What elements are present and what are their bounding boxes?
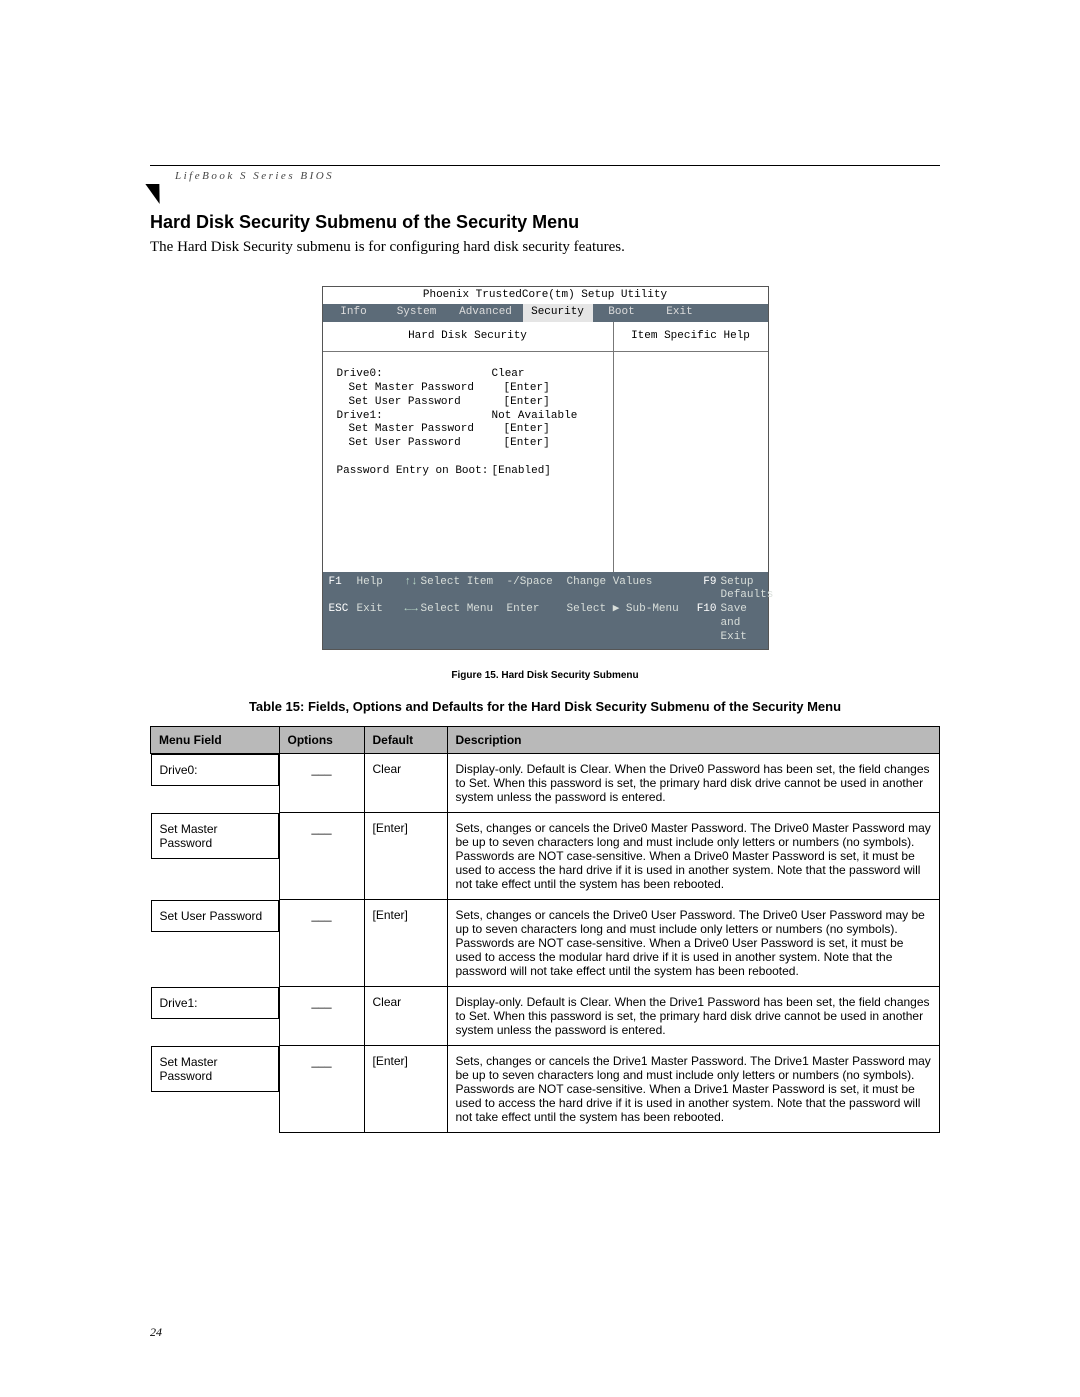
col-description: Description [447, 727, 940, 754]
bios-tab-bar: Info System Advanced Security Boot Exit [323, 304, 768, 322]
table-row: Set User Password ___ [Enter] Sets, chan… [151, 900, 940, 987]
bios-tab-exit[interactable]: Exit [651, 304, 709, 322]
bios-field[interactable]: Set User Password[Enter] [337, 437, 603, 451]
bios-tab-boot[interactable]: Boot [593, 304, 651, 322]
field-label: Set Master Password [337, 382, 504, 396]
cell-field: Set User Password [151, 900, 279, 932]
cell-field: Set Master Password [151, 1046, 279, 1092]
header-marker-icon [145, 184, 166, 204]
table-row: Drive0: ___ Clear Display-only. Default … [151, 754, 940, 813]
page-number: 24 [150, 1325, 162, 1340]
table-row: Set Master Password ___ [Enter] Sets, ch… [151, 813, 940, 900]
bios-field[interactable]: Set Master Password[Enter] [337, 382, 603, 396]
cell-description: Sets, changes or cancels the Drive0 Mast… [447, 813, 940, 900]
arrow-leftright-icon: ←→ [405, 603, 421, 644]
field-value: [Enter] [504, 382, 550, 396]
bios-tab-security[interactable]: Security [523, 304, 593, 322]
cell-options: ___ [279, 900, 364, 987]
document-page: LifeBook S Series BIOS Hard Disk Securit… [0, 0, 1080, 1397]
bios-left-pane: Hard Disk Security Drive0:Clear Set Mast… [323, 322, 614, 572]
bios-body: Hard Disk Security Drive0:Clear Set Mast… [323, 322, 768, 572]
field-value: Clear [492, 368, 525, 382]
series-label: LifeBook S Series BIOS [175, 170, 940, 182]
footer-label: Select ▶ Sub-Menu [567, 603, 687, 644]
bios-utility-title: Phoenix TrustedCore(tm) Setup Utility [323, 287, 768, 304]
cell-field: Set Master Password [151, 813, 279, 859]
footer-key: F10 [687, 603, 721, 644]
bios-tab-system[interactable]: System [385, 304, 449, 322]
cell-default: [Enter] [364, 1046, 447, 1133]
bios-field-list: Drive0:Clear Set Master Password[Enter] … [323, 352, 613, 488]
footer-label: Help [357, 576, 405, 604]
footer-key: -/Space [507, 576, 567, 604]
field-value: Not Available [492, 410, 578, 424]
field-value: [Enter] [504, 396, 550, 410]
cell-field: Drive0: [151, 754, 279, 786]
figure-caption: Figure 15. Hard Disk Security Submenu [150, 670, 940, 681]
footer-key: F9 [687, 576, 721, 604]
footer-label: Select Item [421, 576, 507, 604]
footer-key: Enter [507, 603, 567, 644]
cell-description: Sets, changes or cancels the Drive0 User… [447, 900, 940, 987]
footer-label: Save and Exit [721, 603, 762, 644]
header-rule [150, 165, 940, 166]
field-value: [Enter] [504, 437, 550, 451]
cell-options: ___ [279, 813, 364, 900]
footer-key: F1 [329, 576, 357, 604]
bios-tab-advanced[interactable]: Advanced [449, 304, 523, 322]
bios-field[interactable]: Password Entry on Boot:[Enabled] [337, 465, 603, 479]
section-intro: The Hard Disk Security submenu is for co… [150, 239, 940, 256]
field-value: [Enter] [504, 423, 550, 437]
cell-options: ___ [279, 1046, 364, 1133]
table-header-row: Menu Field Options Default Description [151, 727, 940, 754]
field-label: Set User Password [337, 396, 504, 410]
cell-options: ___ [279, 754, 364, 813]
col-options: Options [279, 727, 364, 754]
footer-label: Setup Defaults [721, 576, 774, 604]
bios-field[interactable]: Drive0:Clear [337, 368, 603, 382]
col-default: Default [364, 727, 447, 754]
footer-key: ESC [329, 603, 357, 644]
spec-table: Menu Field Options Default Description D… [150, 726, 940, 1133]
cell-description: Display-only. Default is Clear. When the… [447, 987, 940, 1046]
bios-left-title: Hard Disk Security [323, 322, 613, 353]
footer-label: Change Values [567, 576, 687, 604]
cell-description: Display-only. Default is Clear. When the… [447, 754, 940, 813]
table-row: Drive1: ___ Clear Display-only. Default … [151, 987, 940, 1046]
col-menu-field: Menu Field [151, 727, 280, 754]
cell-description: Sets, changes or cancels the Drive1 Mast… [447, 1046, 940, 1133]
bios-tab-info[interactable]: Info [323, 304, 385, 322]
field-label: Drive1: [337, 410, 492, 424]
field-label: Password Entry on Boot: [337, 465, 492, 479]
cell-field: Drive1: [151, 987, 279, 1019]
bios-right-title: Item Specific Help [614, 322, 768, 353]
bios-right-pane: Item Specific Help [614, 322, 768, 572]
cell-default: Clear [364, 754, 447, 813]
bios-field[interactable]: Set User Password[Enter] [337, 396, 603, 410]
bios-footer: F1 Help ↑↓ Select Item -/Space Change Va… [323, 572, 768, 650]
cell-default: [Enter] [364, 813, 447, 900]
cell-default: [Enter] [364, 900, 447, 987]
field-label: Drive0: [337, 368, 492, 382]
cell-default: Clear [364, 987, 447, 1046]
table-row: Set Master Password ___ [Enter] Sets, ch… [151, 1046, 940, 1133]
bios-field[interactable]: Drive1:Not Available [337, 410, 603, 424]
table-caption: Table 15: Fields, Options and Defaults f… [150, 699, 940, 714]
section-title: Hard Disk Security Submenu of the Securi… [150, 212, 940, 233]
field-label: Set User Password [337, 437, 504, 451]
cell-options: ___ [279, 987, 364, 1046]
bios-screenshot: Phoenix TrustedCore(tm) Setup Utility In… [322, 286, 769, 650]
field-value: [Enabled] [492, 465, 551, 479]
arrow-updown-icon: ↑↓ [405, 576, 421, 604]
bios-field[interactable]: Set Master Password[Enter] [337, 423, 603, 437]
field-label: Set Master Password [337, 423, 504, 437]
footer-label: Exit [357, 603, 405, 644]
footer-label: Select Menu [421, 603, 507, 644]
